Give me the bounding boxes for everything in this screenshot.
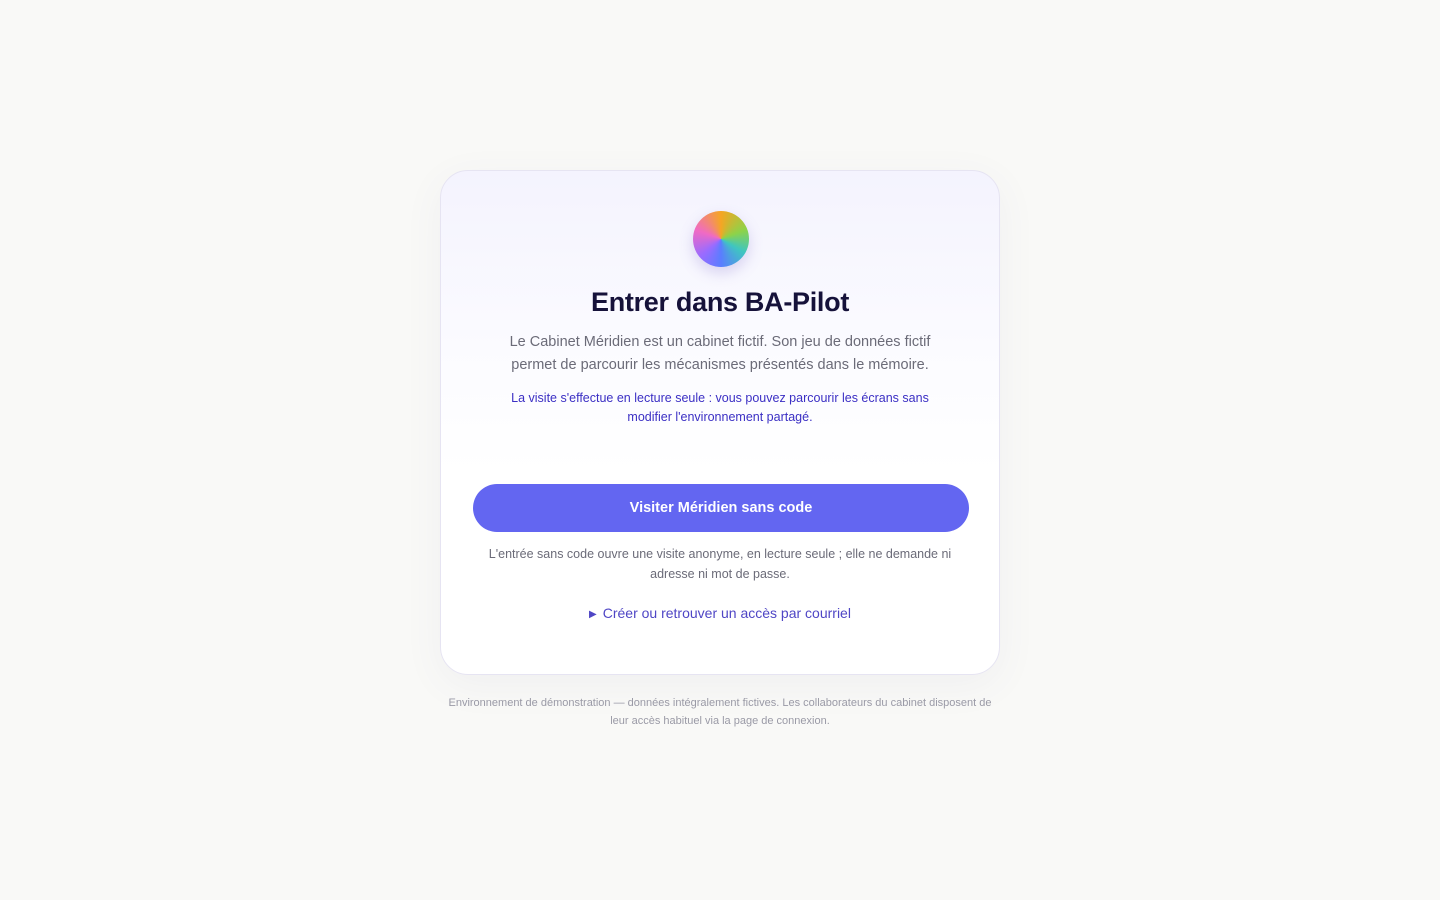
visit-without-code-button[interactable]: Visiter Méridien sans code <box>473 484 969 532</box>
footer-disclaimer: Environnement de démonstration — données… <box>448 697 992 727</box>
help-text: L'entrée sans code ouvre une visite anon… <box>488 547 952 581</box>
logo-icon <box>693 211 749 267</box>
triangle-right-icon: ▶ <box>589 609 597 620</box>
page-title: Entrer dans BA-Pilot <box>590 287 850 317</box>
email-access-label: Créer ou retrouver un accès par courriel <box>602 605 851 621</box>
read-only-notice: La visite s'effectue en lecture seule : … <box>511 391 929 424</box>
page: Entrer dans BA-Pilot Le Cabinet Méridien… <box>0 0 1440 900</box>
email-access-disclosure[interactable]: ▶ Créer ou retrouver un accès par courrie… <box>441 605 999 621</box>
description-text: Le Cabinet Méridien est un cabinet ficti… <box>509 334 931 373</box>
login-card: Entrer dans BA-Pilot Le Cabinet Méridien… <box>440 170 1000 675</box>
